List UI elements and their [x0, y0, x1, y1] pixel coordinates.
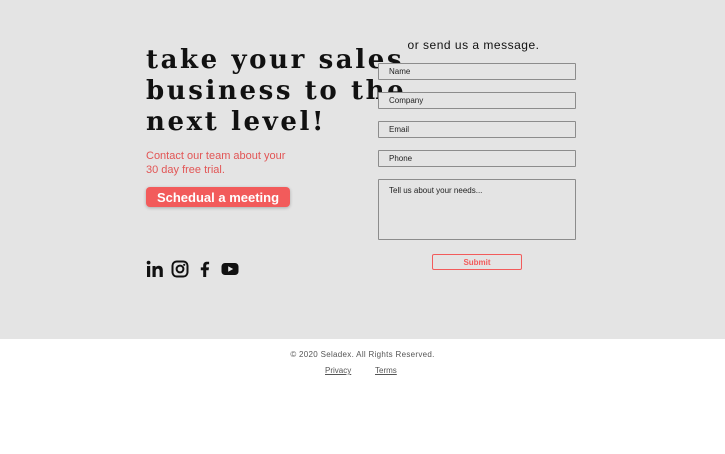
linkedin-icon [146, 260, 163, 277]
headline-line: next level! [146, 107, 326, 137]
hero-section: take your sales business to the next lev… [0, 0, 725, 339]
trial-subtext: Contact our team about your 30 day free … [146, 149, 306, 177]
privacy-link[interactable]: Privacy [325, 366, 351, 375]
company-field[interactable] [378, 92, 576, 109]
social-links [146, 260, 239, 278]
name-field[interactable] [378, 63, 576, 80]
subtext-line: 30 day free trial. [146, 164, 225, 176]
subtext-line: Contact our team about your [146, 150, 286, 162]
phone-field[interactable] [378, 150, 576, 167]
facebook-link[interactable] [196, 260, 214, 278]
instagram-icon [171, 260, 189, 278]
headline-line: business to the [146, 76, 407, 106]
instagram-link[interactable] [171, 260, 189, 278]
schedule-meeting-button[interactable]: Schedual a meeting [146, 187, 290, 207]
message-field[interactable] [378, 179, 576, 240]
headline: take your sales business to the next lev… [146, 45, 407, 138]
copyright-text: © 2020 Seladex. All Rights Reserved. [290, 350, 435, 359]
form-heading: or send us a message. [407, 38, 540, 52]
email-field[interactable] [378, 121, 576, 138]
youtube-icon [221, 263, 239, 275]
facebook-icon [200, 261, 210, 277]
headline-line: take your sales [146, 45, 405, 75]
youtube-link[interactable] [221, 260, 239, 278]
submit-button[interactable]: Submit [432, 254, 522, 270]
linkedin-link[interactable] [146, 260, 164, 278]
terms-link[interactable]: Terms [375, 366, 397, 375]
